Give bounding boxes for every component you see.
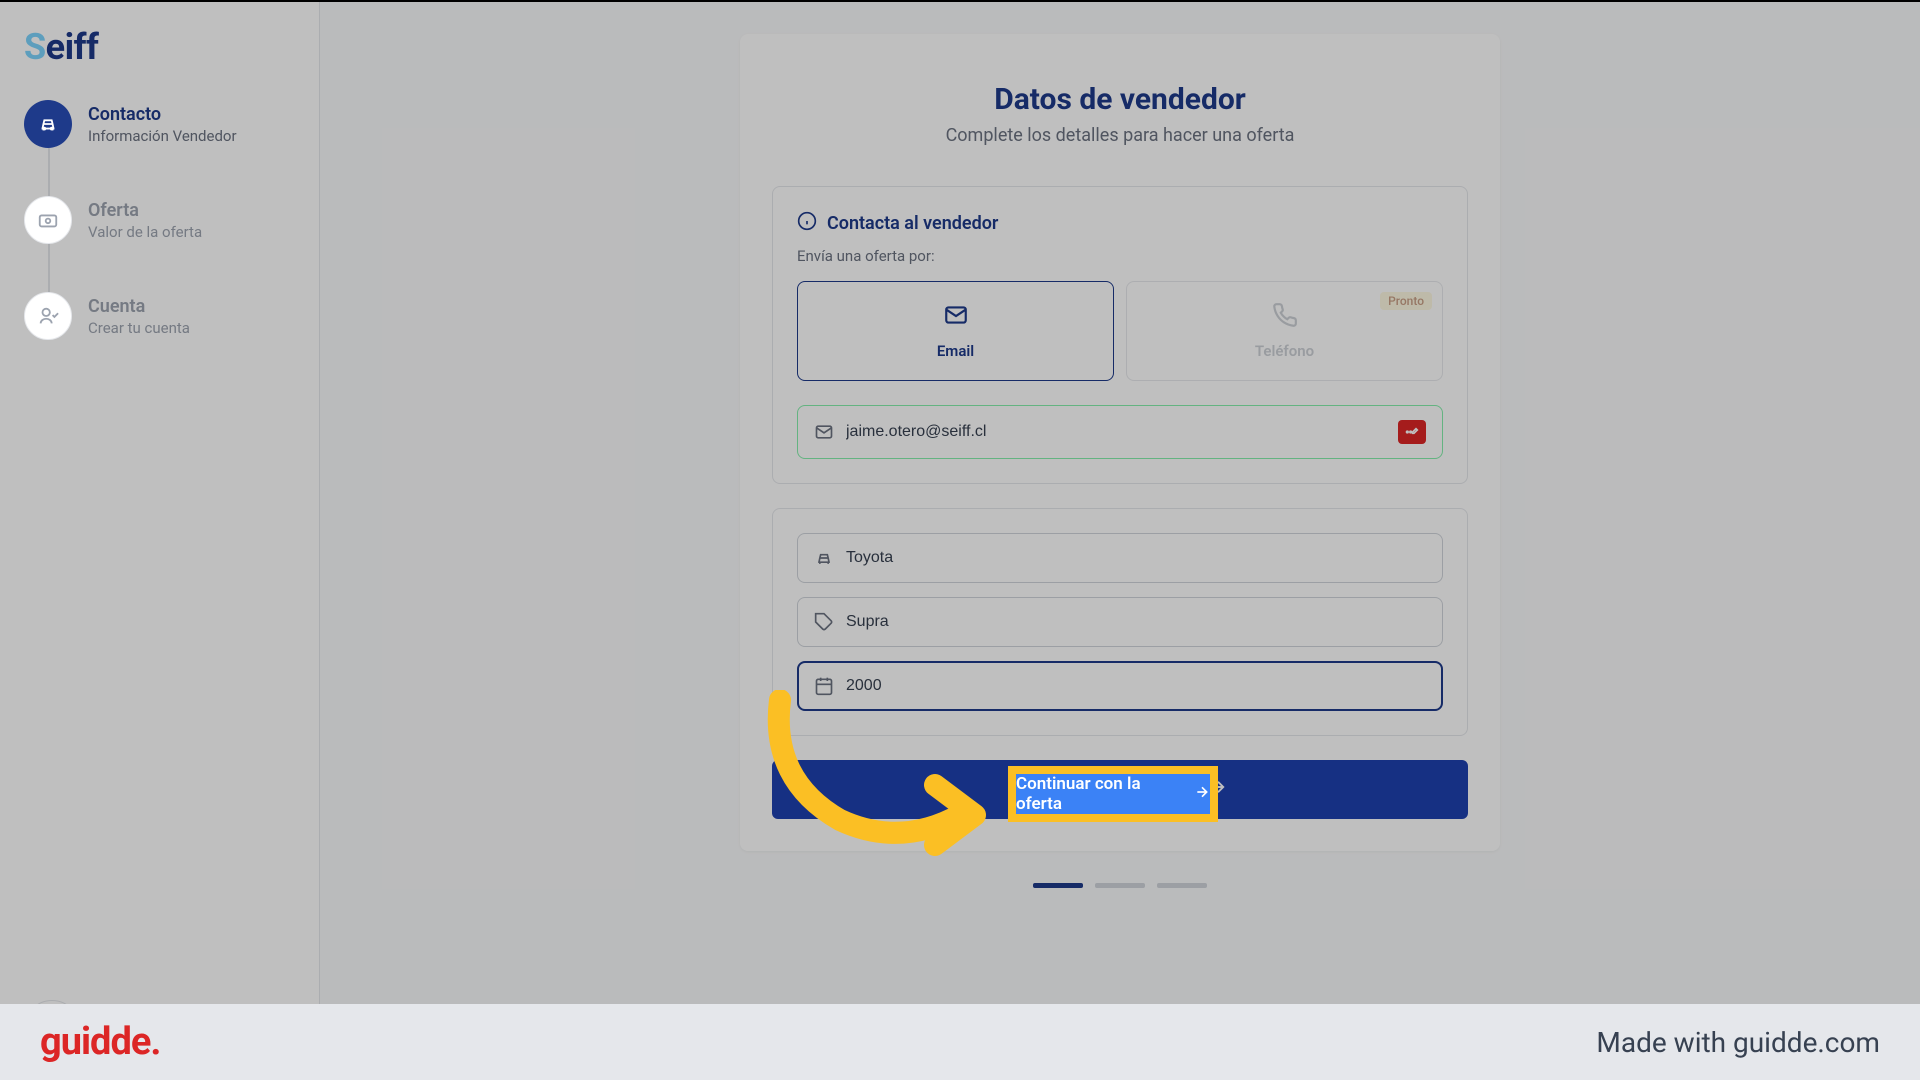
page-indicator-3[interactable]	[1157, 883, 1207, 888]
sidebar: Seiff Contacto Información Vendedor Ofer…	[0, 2, 320, 1004]
contact-option-phone: Pronto Teléfono	[1126, 281, 1443, 381]
step-title: Oferta	[88, 200, 202, 221]
step-subtitle: Información Vendedor	[88, 127, 237, 145]
mail-icon	[814, 422, 834, 442]
contact-option-label: Email	[937, 342, 974, 360]
car-icon	[814, 548, 834, 568]
footer-bar: guidde. Made with guidde.com	[0, 1004, 1920, 1080]
brand-input-wrapper[interactable]	[797, 533, 1443, 583]
contact-option-label: Teléfono	[1255, 342, 1314, 360]
model-input-wrapper[interactable]	[797, 597, 1443, 647]
user-check-icon	[24, 292, 72, 340]
contact-section: Contacta al vendedor Envía una oferta po…	[772, 186, 1468, 484]
form-card: Datos de vendedor Complete los detalles …	[740, 34, 1500, 851]
step-subtitle: Crear tu cuenta	[88, 319, 190, 337]
pagination	[1033, 883, 1207, 888]
sidebar-step-cuenta[interactable]: Cuenta Crear tu cuenta	[24, 292, 295, 340]
step-title: Cuenta	[88, 296, 190, 317]
contact-option-email[interactable]: Email	[797, 281, 1114, 381]
highlight-continue-button[interactable]: Continuar con la oferta	[1008, 766, 1218, 822]
arrow-right-icon	[1194, 784, 1210, 805]
highlight-button-label: Continuar con la oferta	[1016, 774, 1186, 814]
money-icon	[24, 196, 72, 244]
tag-icon	[814, 612, 834, 632]
sidebar-step-contacto[interactable]: Contacto Información Vendedor	[24, 100, 295, 196]
page-subtitle: Complete los detalles para hacer una ofe…	[772, 125, 1468, 146]
sidebar-step-oferta[interactable]: Oferta Valor de la oferta	[24, 196, 295, 292]
year-input[interactable]	[846, 677, 1426, 695]
email-input[interactable]	[846, 423, 1386, 441]
badge-pronto: Pronto	[1380, 292, 1432, 310]
page-title: Datos de vendedor	[772, 82, 1468, 117]
logo: Seiff	[24, 26, 295, 68]
car-icon	[24, 100, 72, 148]
footer-attribution: Made with guidde.com	[1596, 1026, 1880, 1059]
page-indicator-1[interactable]	[1033, 883, 1083, 888]
step-title: Contacto	[88, 104, 237, 125]
edit-icon[interactable]	[1398, 420, 1426, 444]
contact-section-title: Contacta al vendedor	[827, 213, 998, 234]
step-subtitle: Valor de la oferta	[88, 223, 202, 241]
model-input[interactable]	[846, 613, 1426, 631]
year-input-wrapper[interactable]	[797, 661, 1443, 711]
mail-icon	[943, 302, 969, 332]
info-icon	[797, 211, 817, 235]
calendar-icon	[814, 676, 834, 696]
email-input-wrapper[interactable]	[797, 405, 1443, 459]
guidde-logo: guidde.	[40, 1020, 160, 1064]
contact-section-label: Envía una oferta por:	[797, 247, 1443, 265]
page-indicator-2[interactable]	[1095, 883, 1145, 888]
main-content: Datos de vendedor Complete los detalles …	[320, 2, 1920, 1004]
vehicle-section	[772, 508, 1468, 736]
phone-icon	[1272, 302, 1298, 332]
brand-input[interactable]	[846, 549, 1426, 567]
